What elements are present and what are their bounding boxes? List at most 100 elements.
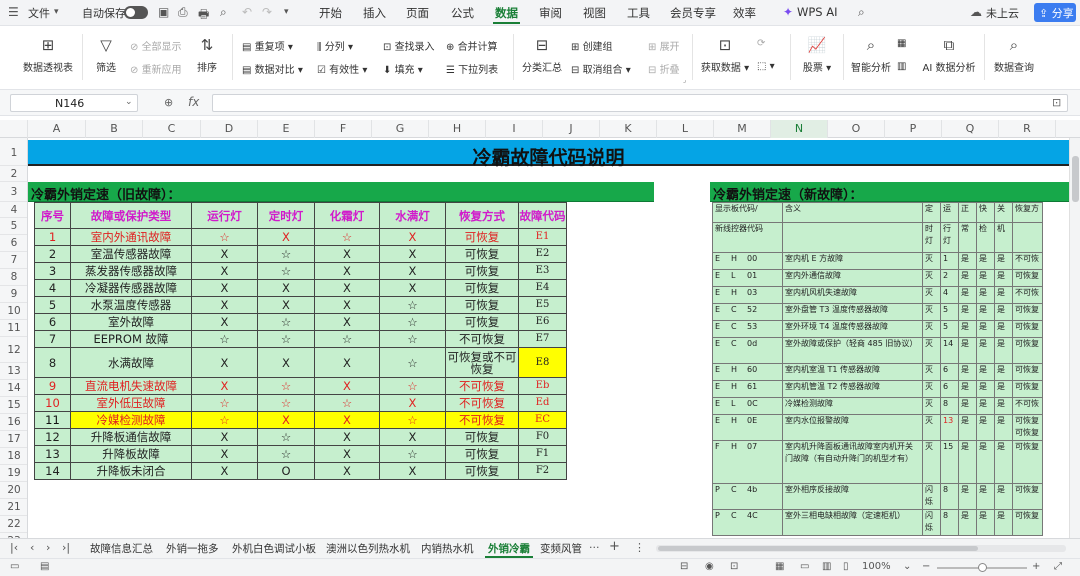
table-cell[interactable]: 可恢复或不可恢复 [445, 347, 519, 378]
table-cell[interactable]: 冷媒检测故障 [782, 397, 923, 415]
validity-button[interactable]: ☑ 有效性 ▾ [317, 61, 367, 76]
chart-tool-icon[interactable]: ▥ [897, 61, 906, 72]
table-cell[interactable]: X [314, 377, 380, 395]
column-header-b[interactable]: B [86, 120, 143, 138]
table-cell[interactable]: 室外三相电缺相故障（定速柜机） [782, 509, 923, 536]
prev-sheet-icon[interactable]: ‹ [30, 541, 34, 554]
table-cell[interactable]: EEPROM 故障 [70, 330, 192, 348]
table-cell[interactable]: 14 [34, 462, 71, 480]
row-header[interactable]: 11 [0, 320, 27, 337]
table-cell[interactable]: 可恢复 [445, 296, 519, 314]
table-cell[interactable]: 6 [940, 363, 959, 381]
fill-button[interactable]: ⬇ 填充 ▾ [383, 61, 423, 76]
table-cell[interactable]: 4 [34, 279, 71, 297]
zoom-formula-icon[interactable]: ⊕ [164, 96, 173, 109]
table-cell[interactable]: X [191, 445, 258, 463]
row-header[interactable]: 22 [0, 516, 27, 533]
table-cell[interactable]: 是 [976, 337, 995, 364]
table-cell[interactable]: 1 [940, 252, 959, 270]
table-cell[interactable]: 可恢复 [1012, 337, 1043, 364]
column-header-o[interactable]: O [828, 120, 885, 138]
header-cell[interactable]: 运行灯 [191, 202, 258, 229]
table-cell[interactable]: 是 [958, 303, 977, 321]
code-cell[interactable]: E L 01 [712, 269, 783, 287]
code-cell[interactable]: P C 4b [712, 483, 783, 510]
menu-insert[interactable]: 插入 [363, 5, 386, 21]
table-cell[interactable]: ☆ [257, 262, 315, 280]
page-view-icon[interactable]: ▭ [800, 561, 809, 572]
zoom-in-icon[interactable]: + [1032, 561, 1040, 572]
row-header[interactable]: 15 [0, 397, 27, 414]
table-cell[interactable]: ☆ [314, 228, 380, 246]
row-header[interactable]: 17 [0, 431, 27, 448]
more-chevron-icon[interactable]: ▾ [284, 7, 289, 17]
table-cell[interactable]: 升降板通信故障 [70, 428, 192, 446]
row-header[interactable]: 2 [0, 166, 27, 182]
table-cell[interactable]: F1 [518, 445, 567, 463]
table-cell[interactable]: 6 [34, 313, 71, 331]
ungroup-button[interactable]: ⊟ 取消组合 ▾ [571, 61, 631, 76]
table-cell[interactable]: 是 [994, 252, 1013, 270]
table-cell[interactable]: X [379, 279, 446, 297]
table-cell[interactable]: E4 [518, 279, 567, 297]
code-cell[interactable]: E H 60 [712, 363, 783, 381]
table-cell[interactable]: E7 [518, 330, 567, 348]
next-sheet-icon[interactable]: › [46, 541, 50, 554]
table-cell[interactable]: X [191, 262, 258, 280]
tab-heat-pump-domestic[interactable]: 内销热水机 [421, 541, 474, 556]
table-cell[interactable]: ☆ [257, 428, 315, 446]
table-cell[interactable]: 可恢复 [445, 262, 519, 280]
header-cell[interactable]: 正 [958, 202, 977, 223]
menu-tools[interactable]: 工具 [627, 5, 650, 21]
table-cell[interactable]: 室外相序反接故障 [782, 483, 923, 510]
row-header[interactable]: 8 [0, 269, 27, 286]
column-header-h[interactable]: H [429, 120, 486, 138]
create-group-button[interactable]: ⊞ 创建组 [571, 38, 613, 53]
table-cell[interactable]: 15 [940, 440, 959, 484]
column-header-i[interactable]: I [486, 120, 543, 138]
get-data-button[interactable]: ⊡ 获取数据 ▾ [700, 36, 750, 74]
row-header[interactable]: 3 [0, 182, 27, 202]
last-sheet-icon[interactable]: ›| [62, 541, 70, 554]
table-cell[interactable]: 可恢复 [1012, 269, 1043, 287]
table-cell[interactable]: X [191, 279, 258, 297]
table-cell[interactable]: 8 [940, 397, 959, 415]
table-cell[interactable]: F2 [518, 462, 567, 480]
table-cell[interactable]: ☆ [379, 377, 446, 395]
table-cell[interactable]: 灭 [922, 414, 941, 441]
table-cell[interactable]: 是 [994, 303, 1013, 321]
table-cell[interactable]: X [314, 347, 380, 378]
table-cell[interactable]: 7 [34, 330, 71, 348]
row-header[interactable]: 5 [0, 218, 27, 235]
header-cell[interactable]: 检 [976, 222, 995, 253]
menu-member[interactable]: 会员专享 [670, 5, 716, 21]
table-cell[interactable]: ☆ [191, 394, 258, 412]
code-cell[interactable]: E C 0d [712, 337, 783, 364]
reading-view-icon[interactable]: ▯ [843, 561, 849, 572]
table-cell[interactable]: 室内外通讯故障 [70, 228, 192, 246]
table-cell[interactable]: X [257, 347, 315, 378]
table-cell[interactable]: 可恢复 [445, 228, 519, 246]
table-cell[interactable]: 是 [976, 483, 995, 510]
vertical-scrollbar[interactable] [1069, 138, 1080, 538]
smart-analysis-button[interactable]: ⌕ 智能分析 [849, 36, 893, 74]
table-cell[interactable]: ☆ [379, 347, 446, 378]
table-cell[interactable]: 可恢复 [445, 279, 519, 297]
row-header[interactable]: 10 [0, 303, 27, 320]
table-cell[interactable]: X [191, 347, 258, 378]
header-cell[interactable]: 关 [994, 202, 1013, 223]
code-cell[interactable]: P C 4C [712, 509, 783, 536]
code-cell[interactable]: E H 0E [712, 414, 783, 441]
table-cell[interactable]: Eb [518, 377, 567, 395]
menu-data[interactable]: 数据 [493, 5, 520, 24]
table-cell[interactable]: E6 [518, 313, 567, 331]
table-cell[interactable]: 室内外通信故障 [782, 269, 923, 287]
table-cell[interactable]: 可恢复 [1012, 363, 1043, 381]
menu-page[interactable]: 页面 [406, 5, 429, 21]
table-cell[interactable]: 灭 [922, 303, 941, 321]
table-cell[interactable]: ☆ [379, 313, 446, 331]
table-cell[interactable]: E8 [518, 347, 567, 378]
table-cell[interactable]: 是 [994, 269, 1013, 287]
header-cell[interactable]: 故障或保护类型 [70, 202, 192, 229]
table-cell[interactable]: 不可恢复 [445, 411, 519, 429]
